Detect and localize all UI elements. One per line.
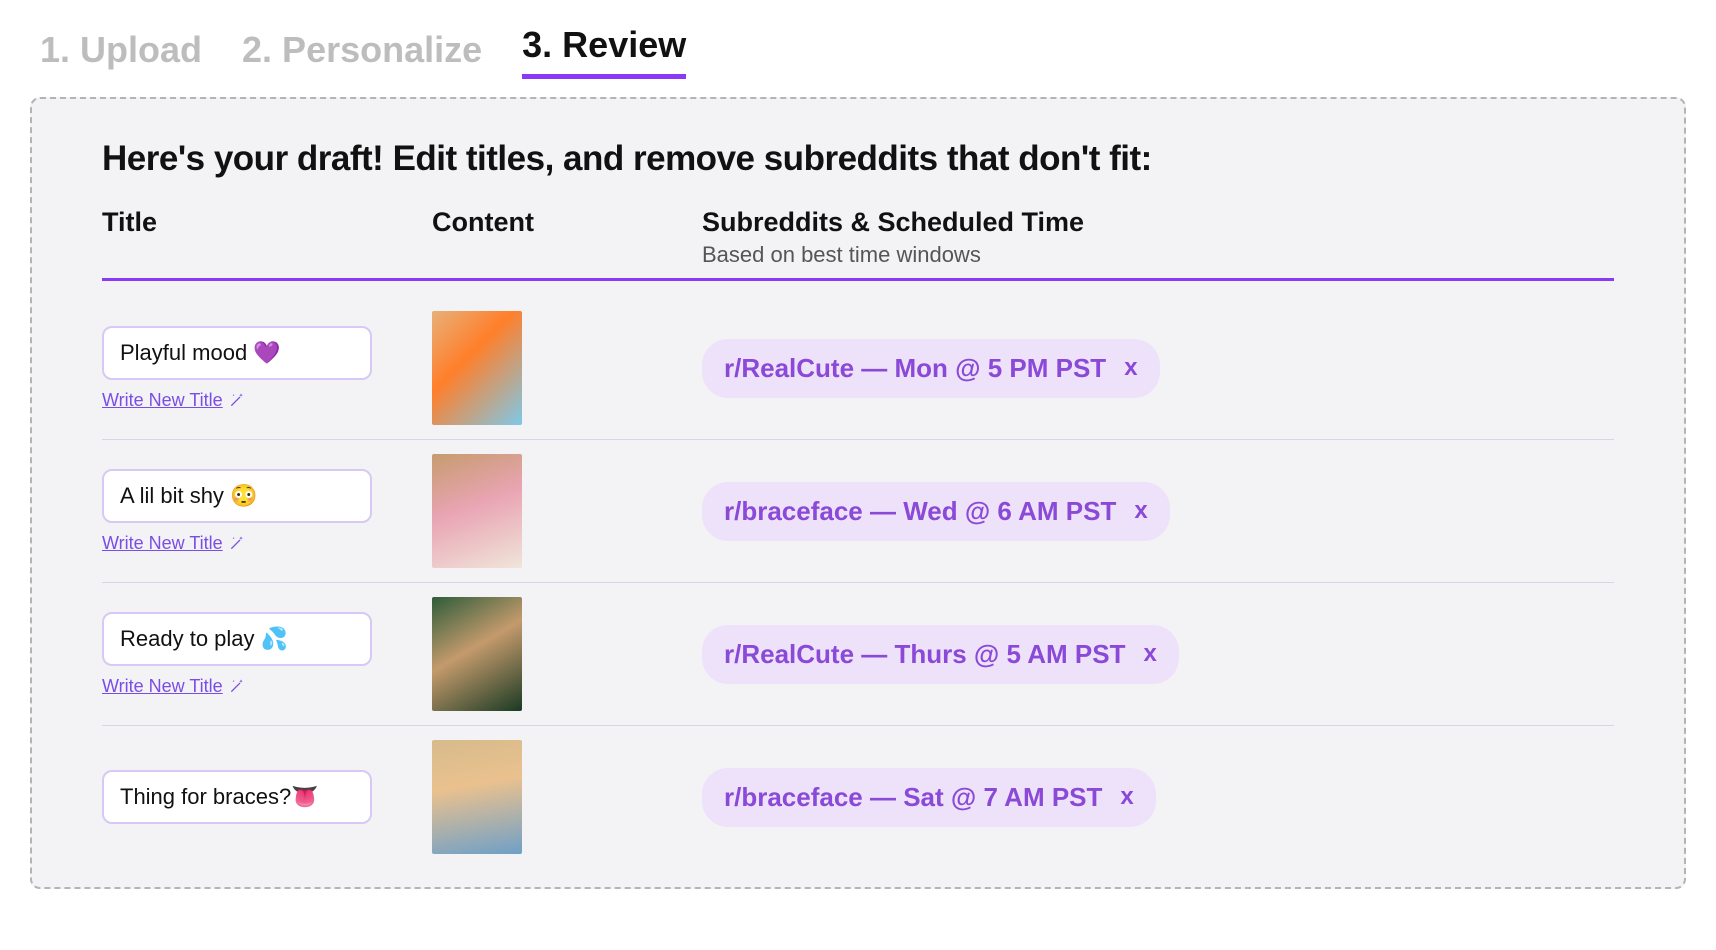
title-cell: Thing for braces?👅 Write New Title <box>102 770 432 824</box>
write-new-title-link[interactable]: Write New Title <box>102 390 245 411</box>
title-cell: A lil bit shy 😳 Write New Title <box>102 469 432 554</box>
write-new-title-label: Write New Title <box>102 676 223 697</box>
content-thumbnail[interactable] <box>432 597 522 711</box>
draft-row: A lil bit shy 😳 Write New Title <box>102 440 1614 583</box>
content-cell <box>432 740 702 854</box>
title-input[interactable]: Ready to play 💦 <box>102 612 372 666</box>
col-content: Content <box>432 207 702 238</box>
col-title: Title <box>102 207 432 238</box>
write-new-title-link[interactable]: Write New Title <box>102 676 245 697</box>
remove-subreddit-button[interactable]: x <box>1120 783 1133 811</box>
content-thumbnail[interactable] <box>432 454 522 568</box>
step-personalize[interactable]: 2. Personalize <box>242 29 482 79</box>
title-cell: Playful mood 💜 Write New Title <box>102 326 432 411</box>
schedule-text: r/RealCute — Mon @ 5 PM PST <box>724 353 1106 384</box>
content-thumbnail[interactable] <box>432 311 522 425</box>
step-review[interactable]: 3. Review <box>522 24 686 79</box>
page-headline: Here's your draft! Edit titles, and remo… <box>102 139 1614 179</box>
review-panel: Here's your draft! Edit titles, and remo… <box>30 97 1686 889</box>
schedule-badge: r/RealCute — Mon @ 5 PM PST x <box>702 339 1160 398</box>
content-thumbnail[interactable] <box>432 740 522 854</box>
page: 1. Upload 2. Personalize 3. Review Here'… <box>0 0 1716 950</box>
write-new-title-label: Write New Title <box>102 390 223 411</box>
schedule-badge: r/braceface — Wed @ 6 AM PST x <box>702 482 1170 541</box>
col-schedule-sub: Based on best time windows <box>702 242 1614 268</box>
col-schedule-main: Subreddits & Scheduled Time <box>702 207 1084 237</box>
title-input[interactable]: Playful mood 💜 <box>102 326 372 380</box>
table-header: Title Content Subreddits & Scheduled Tim… <box>102 207 1614 281</box>
schedule-text: r/braceface — Sat @ 7 AM PST <box>724 782 1102 813</box>
title-input[interactable]: A lil bit shy 😳 <box>102 469 372 523</box>
steps-nav: 1. Upload 2. Personalize 3. Review <box>40 24 1686 79</box>
col-schedule: Subreddits & Scheduled Time Based on bes… <box>702 207 1614 268</box>
content-cell <box>432 454 702 568</box>
schedule-text: r/braceface — Wed @ 6 AM PST <box>724 496 1116 527</box>
magic-wand-icon <box>229 535 245 551</box>
draft-row: Playful mood 💜 Write New Title <box>102 297 1614 440</box>
write-new-title-label: Write New Title <box>102 533 223 554</box>
magic-wand-icon <box>229 678 245 694</box>
schedule-text: r/RealCute — Thurs @ 5 AM PST <box>724 639 1125 670</box>
title-cell: Ready to play 💦 Write New Title <box>102 612 432 697</box>
schedule-badge: r/RealCute — Thurs @ 5 AM PST x <box>702 625 1179 684</box>
schedule-cell: r/RealCute — Thurs @ 5 AM PST x <box>702 625 1614 684</box>
remove-subreddit-button[interactable]: x <box>1124 354 1137 382</box>
draft-row: Ready to play 💦 Write New Title <box>102 583 1614 726</box>
remove-subreddit-button[interactable]: x <box>1134 497 1147 525</box>
schedule-cell: r/braceface — Sat @ 7 AM PST x <box>702 768 1614 827</box>
content-cell <box>432 311 702 425</box>
write-new-title-link[interactable]: Write New Title <box>102 533 245 554</box>
step-upload[interactable]: 1. Upload <box>40 29 202 79</box>
schedule-cell: r/RealCute — Mon @ 5 PM PST x <box>702 339 1614 398</box>
schedule-cell: r/braceface — Wed @ 6 AM PST x <box>702 482 1614 541</box>
magic-wand-icon <box>229 392 245 408</box>
schedule-badge: r/braceface — Sat @ 7 AM PST x <box>702 768 1156 827</box>
content-cell <box>432 597 702 711</box>
title-input[interactable]: Thing for braces?👅 <box>102 770 372 824</box>
draft-row: Thing for braces?👅 Write New Title <box>102 726 1614 868</box>
remove-subreddit-button[interactable]: x <box>1143 640 1156 668</box>
